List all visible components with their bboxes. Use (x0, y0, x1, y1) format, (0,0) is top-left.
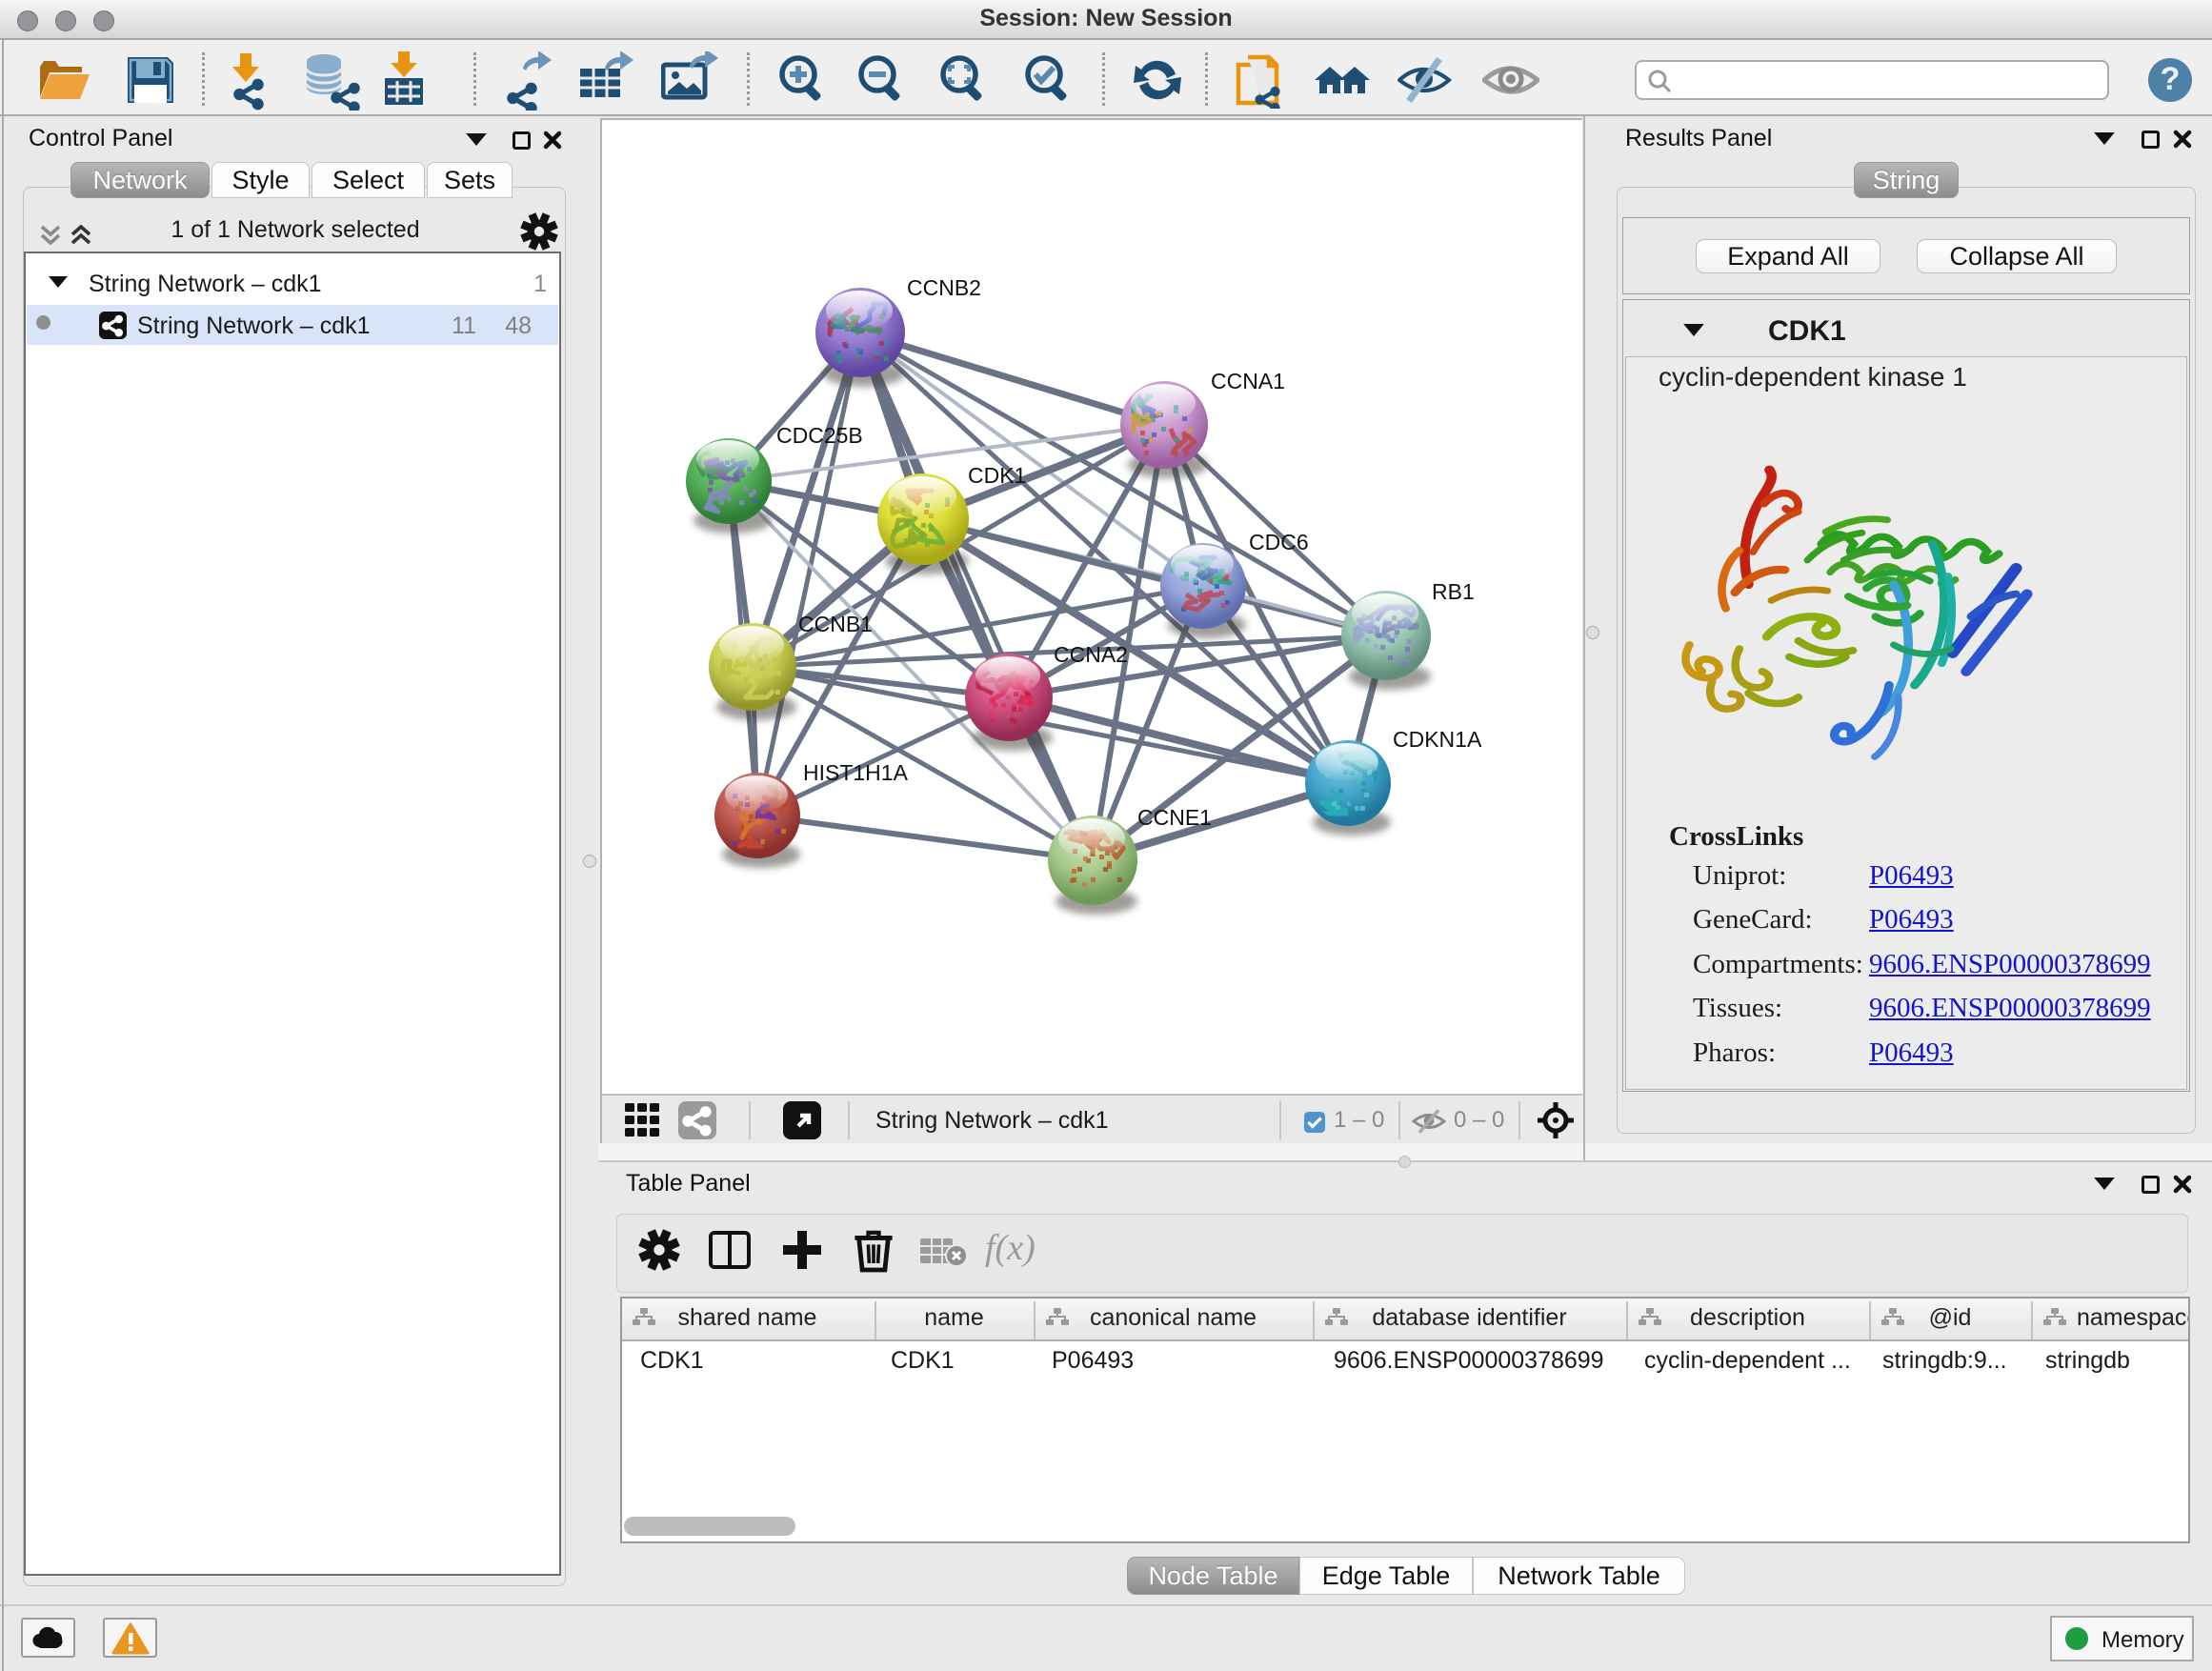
svg-text:CCNB1: CCNB1 (798, 612, 873, 636)
svg-text:CDKN1A: CDKN1A (1393, 727, 1482, 752)
svg-text:CCNA2: CCNA2 (1054, 642, 1128, 667)
svg-text:RB1: RB1 (1432, 579, 1475, 604)
svg-text:CCNB2: CCNB2 (907, 275, 981, 300)
svg-text:CDC25B: CDC25B (776, 423, 863, 448)
svg-text:?: ? (2161, 61, 2181, 97)
svg-text:CDC6: CDC6 (1249, 530, 1309, 554)
svg-text:HIST1H1A: HIST1H1A (803, 760, 909, 785)
svg-text:CDK1: CDK1 (968, 463, 1026, 488)
svg-text:CCNA1: CCNA1 (1211, 369, 1285, 393)
svg-text:CCNE1: CCNE1 (1137, 805, 1212, 830)
